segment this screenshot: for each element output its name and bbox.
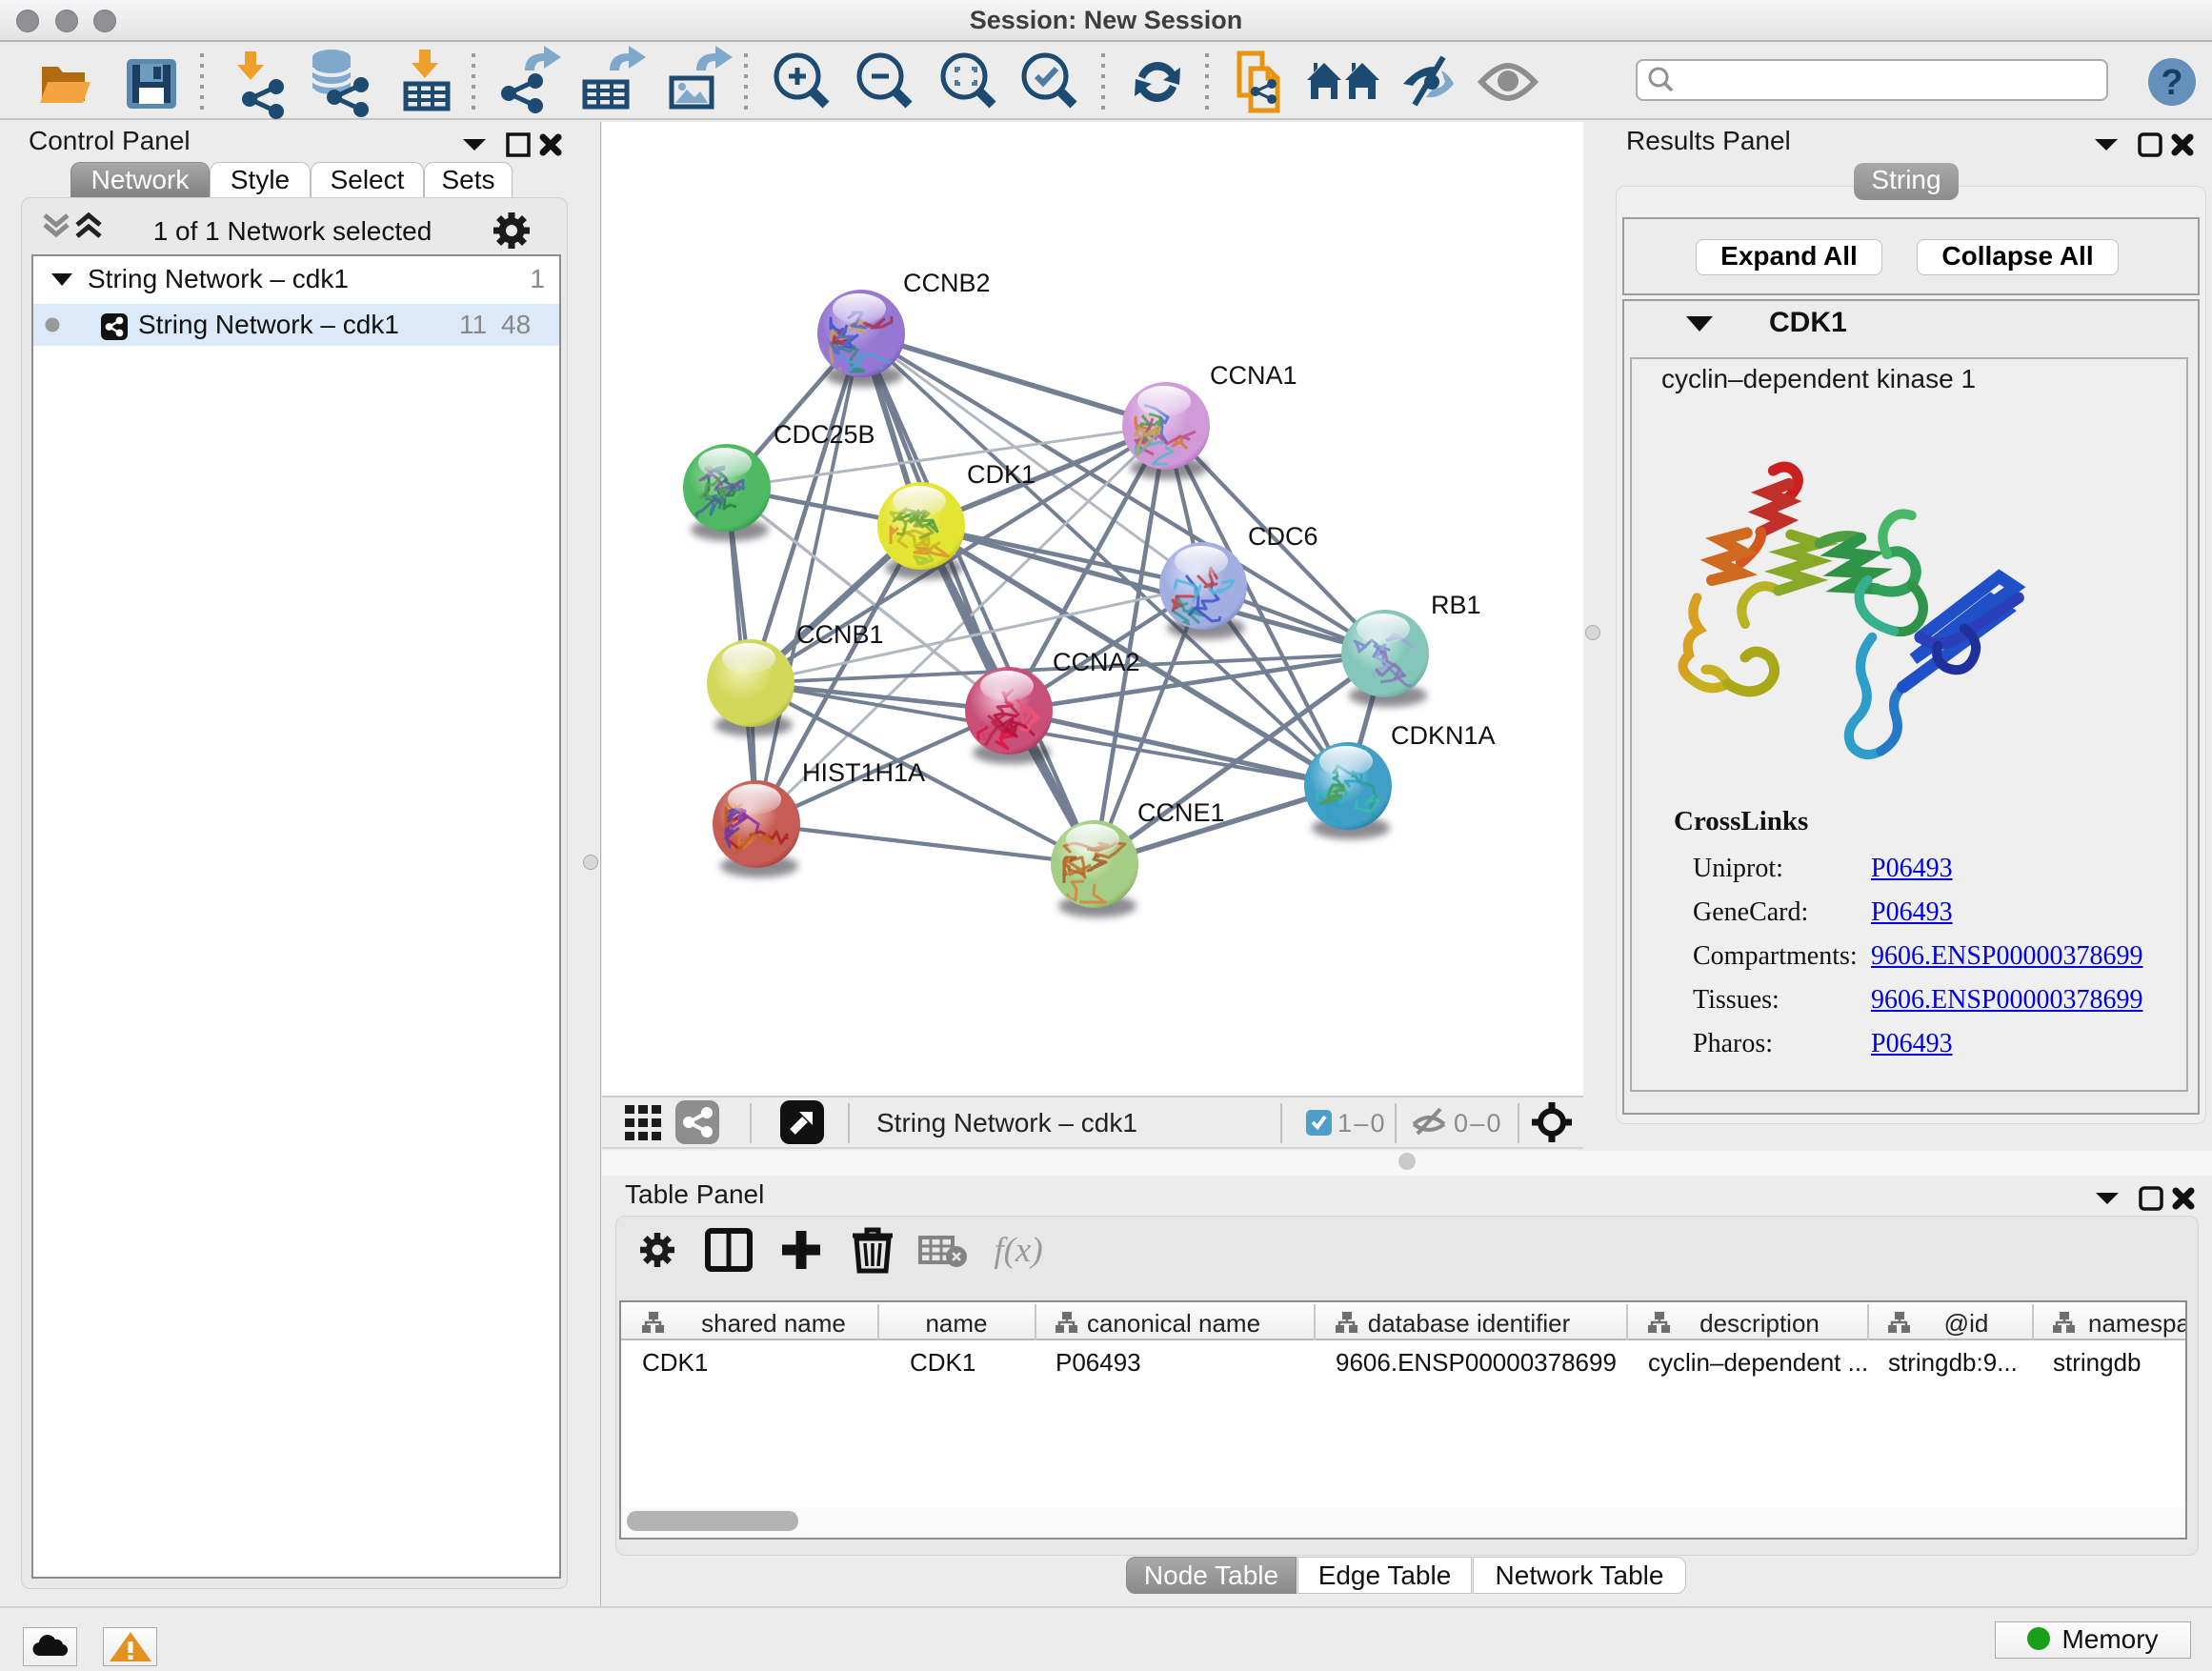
svg-text:String Network – cdk1: String Network – cdk1	[876, 1108, 1137, 1137]
svg-text:0 – 0: 0 – 0	[1454, 1109, 1501, 1137]
svg-text:RB1: RB1	[1431, 591, 1481, 619]
svg-text:cyclin–dependent ...: cyclin–dependent ...	[1648, 1348, 1868, 1377]
svg-text:CDC25B: CDC25B	[774, 420, 875, 449]
svg-text:CCNA1: CCNA1	[1210, 361, 1297, 390]
svg-text:name: name	[925, 1309, 987, 1338]
svg-text:shared name: shared name	[701, 1309, 846, 1338]
svg-text:1 of 1 Network selected: 1 of 1 Network selected	[153, 216, 432, 246]
svg-text:f(x): f(x)	[994, 1231, 1042, 1270]
svg-text:CDK1: CDK1	[910, 1348, 975, 1377]
svg-text:CCNE1: CCNE1	[1137, 798, 1225, 827]
svg-text:?: ?	[2161, 63, 2182, 103]
svg-text:CCNB1: CCNB1	[796, 620, 884, 649]
svg-text:canonical name: canonical name	[1087, 1309, 1260, 1338]
svg-text:CCNB2: CCNB2	[903, 269, 991, 297]
svg-text:9606.ENSP00000378699: 9606.ENSP00000378699	[1336, 1348, 1617, 1377]
svg-text:CDK1: CDK1	[967, 460, 1036, 489]
svg-text:namespace: namespace	[2088, 1309, 2185, 1338]
svg-text:CDKN1A: CDKN1A	[1391, 721, 1496, 750]
svg-text:stringdb: stringdb	[2053, 1348, 2142, 1377]
svg-text:database identifier: database identifier	[1368, 1309, 1571, 1338]
svg-text:description: description	[1699, 1309, 1820, 1338]
svg-text:P06493: P06493	[1056, 1348, 1141, 1377]
svg-text:@id: @id	[1944, 1309, 1989, 1338]
svg-text:CDC6: CDC6	[1248, 522, 1318, 551]
svg-text:stringdb:9...: stringdb:9...	[1888, 1348, 2018, 1377]
svg-text:CDK1: CDK1	[642, 1348, 708, 1377]
svg-text:1 – 0: 1 – 0	[1337, 1109, 1385, 1137]
svg-text:CCNA2: CCNA2	[1053, 648, 1140, 676]
svg-text:HIST1H1A: HIST1H1A	[802, 758, 925, 787]
